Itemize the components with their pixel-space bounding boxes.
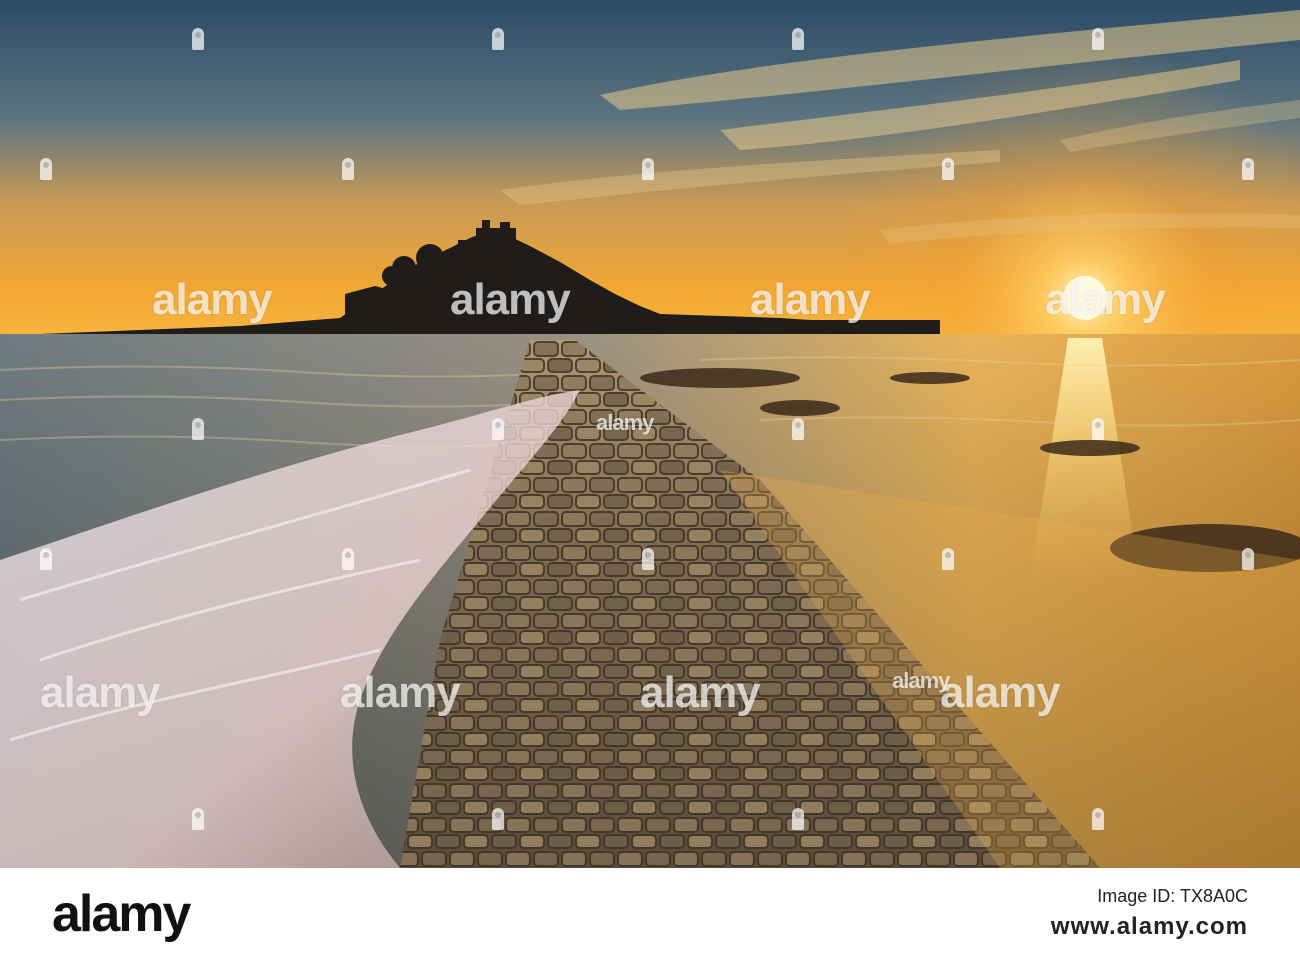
- footer-bar: alamy Image ID: TX8A0C www.alamy.com: [0, 868, 1300, 956]
- sunset-castle-scene: [0, 0, 1300, 868]
- footer-meta: Image ID: TX8A0C www.alamy.com: [1051, 886, 1248, 941]
- sun: [1063, 276, 1107, 320]
- footer-logo: alamy: [52, 885, 191, 943]
- image-id-caption: Image ID: TX8A0C: [1097, 886, 1248, 906]
- stock-photo: alamy alamy alamy alamy alamy alamy alamy alamy…: [0, 0, 1300, 868]
- site-url: www.alamy.com: [1050, 913, 1248, 940]
